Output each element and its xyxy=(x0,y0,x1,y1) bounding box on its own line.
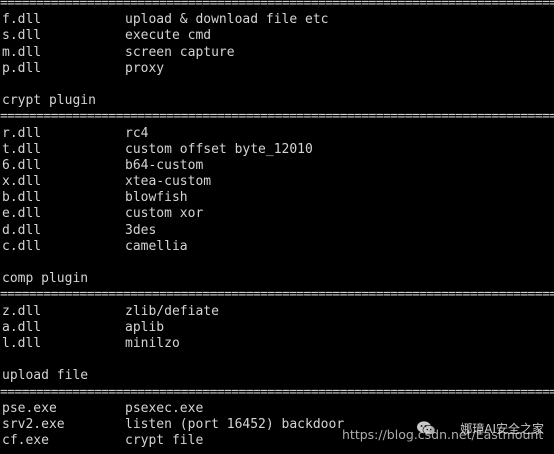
table-row: srv2.exe listen (port 16452) backdoor xyxy=(0,417,554,433)
file-name: l.dll xyxy=(2,335,42,351)
table-row: r.dll rc4 xyxy=(0,126,554,142)
file-name: d.dll xyxy=(2,222,42,238)
file-name: srv2.exe xyxy=(2,416,65,432)
section-header: upload file xyxy=(2,368,89,384)
table-row: cf.exe crypt file xyxy=(0,433,554,449)
file-description: execute cmd xyxy=(125,28,212,44)
file-name: b.dll xyxy=(2,190,42,206)
file-description: upload & download file etc xyxy=(125,12,329,28)
file-name: 6.dll xyxy=(2,157,42,173)
file-name: t.dll xyxy=(2,141,42,157)
terminal-output: ========================================… xyxy=(0,0,554,454)
file-name: p.dll xyxy=(2,60,42,76)
file-description: aplib xyxy=(125,319,165,335)
table-row: d.dll 3des xyxy=(0,223,554,239)
file-description: crypt file xyxy=(125,433,204,449)
file-description: minilzo xyxy=(125,335,180,351)
separator-line: ========================================… xyxy=(0,0,554,11)
file-description: zlib/defiate xyxy=(125,303,219,319)
section-core-plugins: f.dll upload & download file etc s.dll exe… xyxy=(0,12,554,77)
table-row: l.dll minilzo xyxy=(0,336,554,352)
file-description: proxy xyxy=(125,60,165,76)
file-name: s.dll xyxy=(2,28,42,44)
table-row: e.dll custom xor xyxy=(0,206,554,222)
file-name: x.dll xyxy=(2,174,42,190)
file-name: cf.exe xyxy=(2,433,49,449)
table-row: c.dll camellia xyxy=(0,239,554,255)
file-name: r.dll xyxy=(2,125,42,141)
file-name: c.dll xyxy=(2,238,42,254)
file-description: blowfish xyxy=(125,190,188,206)
file-description: rc4 xyxy=(125,125,149,141)
file-description: xtea-custom xyxy=(125,174,212,190)
table-row: pse.exe psexec.exe xyxy=(0,401,554,417)
file-name: e.dll xyxy=(2,206,42,222)
file-description: camellia xyxy=(125,238,188,254)
table-row: a.dll aplib xyxy=(0,320,554,336)
separator-line: ========================================… xyxy=(0,384,554,400)
table-row: m.dll screen capture xyxy=(0,45,554,61)
file-description: listen (port 16452) backdoor xyxy=(125,416,345,432)
file-name: z.dll xyxy=(2,303,42,319)
file-description: 3des xyxy=(125,222,157,238)
file-description: screen capture xyxy=(125,44,235,60)
table-row: b.dll blowfish xyxy=(0,190,554,206)
table-row: s.dll execute cmd xyxy=(0,28,554,44)
section-header: crypt plugin xyxy=(2,93,96,109)
table-row: 6.dll b64-custom xyxy=(0,158,554,174)
section-upload-file: upload file ============================… xyxy=(0,368,554,449)
file-name: f.dll xyxy=(2,12,42,28)
table-row: z.dll zlib/defiate xyxy=(0,304,554,320)
separator-line: ========================================… xyxy=(0,109,554,125)
file-description: custom offset byte_12010 xyxy=(125,141,313,157)
file-description: b64-custom xyxy=(125,157,204,173)
table-row: x.dll xtea-custom xyxy=(0,174,554,190)
table-row: t.dll custom offset byte_12010 xyxy=(0,142,554,158)
file-name: a.dll xyxy=(2,319,42,335)
file-description: custom xor xyxy=(125,206,204,222)
separator-line: ========================================… xyxy=(0,287,554,303)
file-name: m.dll xyxy=(2,44,42,60)
table-row: p.dll proxy xyxy=(0,61,554,77)
section-crypt-plugin: crypt plugin ===========================… xyxy=(0,93,554,255)
file-description: psexec.exe xyxy=(125,400,204,416)
section-comp-plugin: comp plugin ============================… xyxy=(0,271,554,352)
file-name: pse.exe xyxy=(2,400,57,416)
section-header: comp plugin xyxy=(2,271,89,287)
table-row: f.dll upload & download file etc xyxy=(0,12,554,28)
